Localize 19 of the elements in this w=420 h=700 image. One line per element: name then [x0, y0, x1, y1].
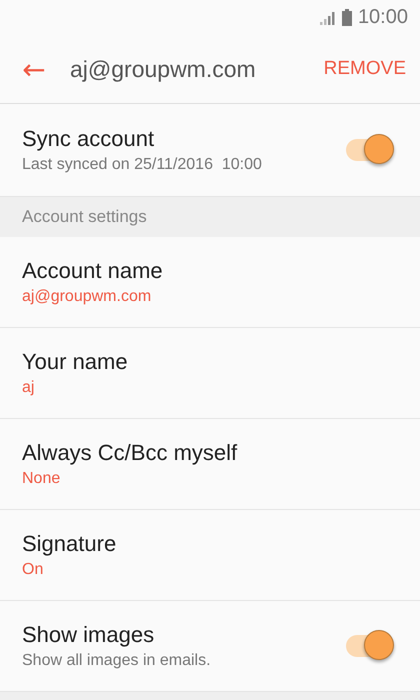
section-title: Account settings	[22, 207, 147, 227]
setting-value: aj	[22, 379, 36, 397]
setting-title: Account name	[22, 258, 164, 284]
setting-title: Show images	[22, 622, 156, 648]
back-button[interactable]: ←	[18, 52, 50, 86]
setting-value: aj@groupwm.com	[22, 288, 152, 306]
setting-title: Signature	[22, 531, 118, 557]
battery-icon	[342, 9, 352, 26]
account-title: aj@groupwm.com	[70, 56, 257, 82]
remove-button[interactable]: REMOVE	[324, 58, 406, 80]
setting-value: None	[22, 470, 62, 488]
setting-title: Always Cc/Bcc myself	[22, 440, 238, 466]
setting-title: Your name	[22, 349, 129, 375]
signal-icon	[320, 10, 336, 24]
setting-description: Last synced on 25/11/2016 10:00	[22, 156, 263, 174]
clock-time: 10:00	[358, 6, 408, 29]
setting-value: On	[22, 561, 44, 579]
setting-description: Show all images in emails.	[22, 652, 212, 670]
setting-title: Sync account	[22, 126, 156, 152]
